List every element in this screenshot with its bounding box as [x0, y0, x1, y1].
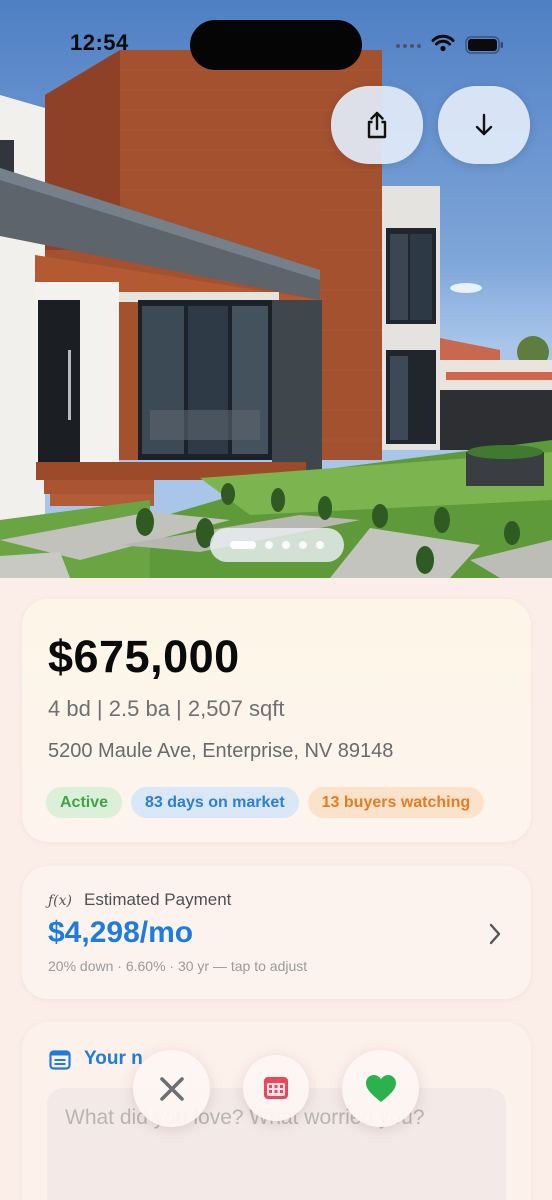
chevron-right-icon: [489, 923, 501, 945]
close-icon: [159, 1076, 184, 1101]
buyers-watching-badge: 13 buyers watching: [307, 787, 485, 818]
dynamic-island: [190, 20, 362, 70]
function-icon: ƒ(x): [48, 893, 73, 909]
photo-page-indicator[interactable]: [210, 528, 344, 562]
arrow-down-icon: [475, 113, 493, 136]
page-dot-active[interactable]: [230, 541, 256, 549]
payment-details: 20% down · 6.60% · 30 yr — tap to adjust: [48, 958, 308, 974]
hero-photo-carousel[interactable]: 12:54: [0, 0, 552, 578]
schedule-tour-button[interactable]: [243, 1055, 309, 1121]
status-badge: Active: [46, 787, 123, 818]
listing-price: $675,000: [48, 631, 240, 682]
wifi-icon: [431, 34, 455, 52]
page-dot[interactable]: [282, 541, 290, 549]
payment-label: Estimated Payment: [84, 890, 232, 909]
pass-button[interactable]: [133, 1050, 210, 1127]
page-dot[interactable]: [265, 541, 273, 549]
download-button[interactable]: [438, 86, 530, 164]
listing-summary-card: $675,000 4 bd | 2.5 ba | 2,507 sqft 5200…: [22, 599, 531, 842]
share-button[interactable]: [331, 86, 423, 164]
days-on-market-badge: 83 days on market: [131, 787, 299, 818]
estimated-payment-card[interactable]: ƒ(x) Estimated Payment $4,298/mo 20% dow…: [22, 866, 531, 999]
listing-specs: 4 bd | 2.5 ba | 2,507 sqft: [48, 696, 285, 721]
heart-icon: [365, 1074, 396, 1102]
payment-amount: $4,298/mo: [48, 916, 194, 949]
status-bar: 12:54: [0, 0, 552, 90]
status-time: 12:54: [70, 30, 129, 55]
calendar-icon: [264, 1077, 288, 1099]
share-icon: [367, 111, 387, 139]
like-button[interactable]: [342, 1050, 419, 1127]
listing-badges: Active 83 days on market 13 buyers watch…: [46, 787, 485, 818]
page-dot[interactable]: [316, 541, 324, 549]
battery-icon: [465, 36, 503, 54]
listing-address: 5200 Maule Ave, Enterprise, NV 89148: [48, 740, 394, 762]
notes-title: Your n: [84, 1048, 143, 1069]
page-dot[interactable]: [299, 541, 307, 549]
notes-icon: [49, 1050, 71, 1070]
cellular-signal-icon: [396, 44, 421, 48]
